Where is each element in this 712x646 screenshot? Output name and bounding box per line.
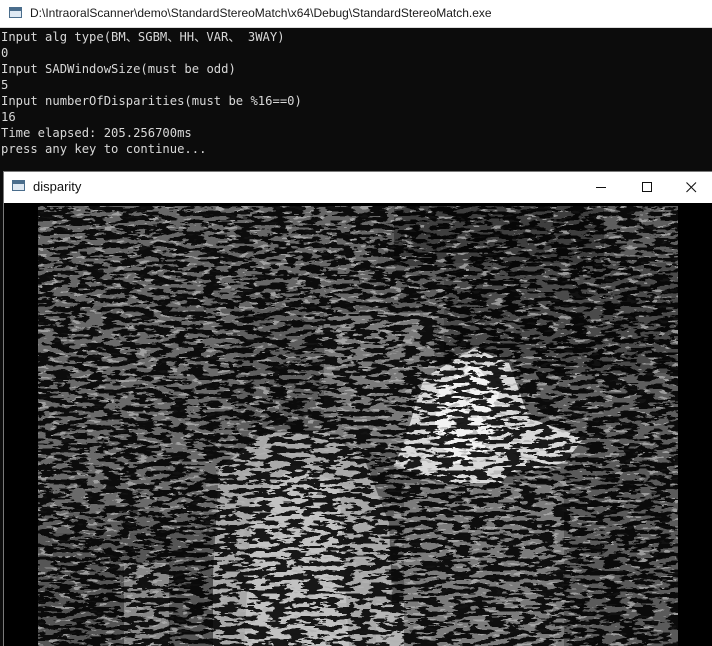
console-line: Time elapsed: 205.256700ms [1,126,192,140]
close-button[interactable] [668,172,712,202]
close-icon [685,181,696,192]
disparity-window: disparity [4,172,712,646]
console-line: 0 [1,46,9,60]
console-titlebar[interactable]: D:\IntraoralScanner\demo\StandardStereoM… [0,0,712,28]
disparity-app-icon [12,180,25,191]
minimize-button[interactable] [578,172,624,202]
console-window-title: D:\IntraoralScanner\demo\StandardStereoM… [30,6,492,20]
disparity-map [4,203,712,646]
console-line: 5 [1,78,9,92]
console-line: press any key to continue... [1,142,207,156]
console-line: 16 [1,110,16,124]
disparity-image [4,203,712,646]
console-output[interactable]: Input alg type(BM、SGBM、HH、VAR、 3WAY) 0 I… [0,28,712,168]
minimize-icon [595,186,606,188]
disparity-titlebar[interactable]: disparity [4,172,712,202]
maximize-button[interactable] [624,172,670,202]
console-app-icon [9,7,22,18]
disparity-window-title: disparity [33,179,82,194]
console-line: Input numberOfDisparities(must be %16==0… [1,94,302,108]
console-line: Input SADWindowSize(must be odd) [1,62,236,76]
console-line: Input alg type(BM、SGBM、HH、VAR、 3WAY) [1,30,285,44]
maximize-icon [641,181,652,192]
